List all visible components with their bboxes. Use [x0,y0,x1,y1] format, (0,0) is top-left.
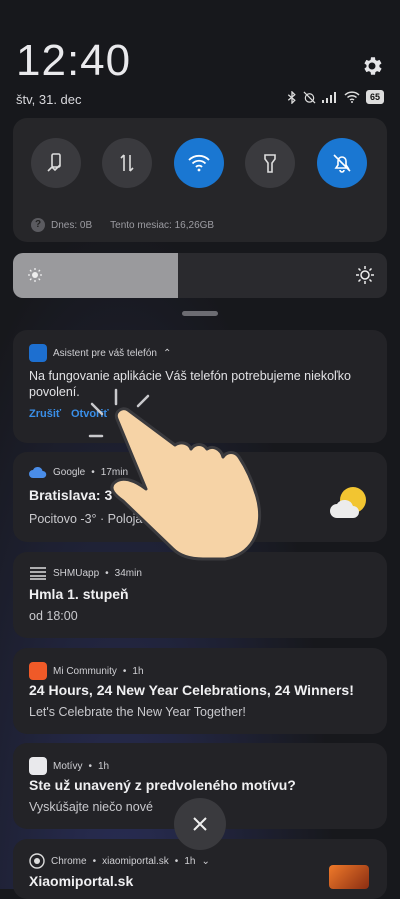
battery-indicator: 65 [365,90,384,104]
notification-title: Xiaomiportal.sk [29,873,134,889]
signal-icon [321,91,338,103]
app-name: Google [53,466,86,478]
notification-time: 1h [132,665,144,677]
notification-thumbnail [329,865,369,889]
settings-gear-icon[interactable] [360,54,384,78]
cancel-button[interactable]: Zrušiť [29,408,61,420]
notification-text: Let's Celebrate the New Year Together! [29,705,246,719]
data-month: Tento mesiac: 16,26GB [110,219,215,231]
auto-rotate-toggle[interactable] [31,138,81,188]
app-name: Motívy [53,760,83,772]
notification-source: xiaomiportal.sk [102,855,169,867]
flashlight-toggle[interactable] [245,138,295,188]
bluetooth-icon [287,90,297,104]
auto-rotate-icon [47,153,61,172]
notification-mi-community[interactable]: Mi Community • 1h 24 Hours, 24 New Year … [13,648,387,734]
date: štv, 31. dec [16,92,82,107]
brightness-low-icon [28,268,42,282]
notification-title: Hmla 1. stupeň [29,586,129,602]
weather-partly-cloudy-icon [330,487,366,518]
brightness-slider[interactable] [13,253,387,298]
mi-community-icon [29,662,47,680]
app-name: Asistent pre váš telefón [53,347,157,359]
notification-title: 24 Hours, 24 New Year Celebrations, 24 W… [29,682,354,698]
notification-text: Na fungovanie aplikácie Váš telefón potr… [29,369,351,383]
alarm-off-icon [303,91,316,104]
themes-icon [29,757,47,775]
chrome-icon [29,853,45,869]
flashlight-icon [264,154,276,173]
fog-icon [30,567,46,580]
data-today: Dnes: 0B [51,219,93,231]
cloud-icon [29,466,47,478]
silent-mode-toggle[interactable] [317,138,367,188]
app-name: Chrome [51,855,87,867]
phone-assistant-icon [29,344,47,362]
notification-header: Chrome • xiaomiportal.sk • 1h ⌄ [29,853,210,869]
notification-title: Ste už unavený z predvoleného motívu? [29,777,296,793]
chevron-down-icon[interactable]: ⌄ [201,856,209,867]
wifi-icon [188,154,210,172]
notification-time: 1h [97,760,110,772]
status-icons: 65 [287,90,384,104]
notification-text: od 18:00 [29,609,78,623]
tap-gesture-hand-icon [88,388,262,561]
notification-header: Asistent pre váš telefón ⌃ [29,344,171,362]
question-icon: ? [31,218,45,232]
close-icon [193,817,207,831]
notification-time: 1h [184,855,196,867]
wifi-toggle[interactable] [174,138,224,188]
bell-off-icon [333,154,351,173]
drag-handle[interactable] [182,311,218,316]
data-usage-row: ? Dnes: 0B Tento mesiac: 16,26GB [31,218,214,232]
clock: 12:40 [16,36,132,85]
notification-header: Motívy • 1h [29,757,109,775]
notification-text: Vyskúšajte niečo nové [29,800,153,814]
mobile-data-toggle[interactable] [102,138,152,188]
clear-all-button[interactable] [174,798,226,850]
app-name: Mi Community [53,665,117,677]
chevron-up-icon[interactable]: ⌃ [163,348,171,359]
notification-text-2: povolení. [29,385,80,399]
notification-header: Mi Community • 1h [29,662,144,680]
data-transfer-icon [120,154,134,172]
brightness-high-icon [356,266,374,284]
quick-settings-panel: ? Dnes: 0B Tento mesiac: 16,26GB [13,118,387,242]
wifi-status-icon [344,91,360,103]
